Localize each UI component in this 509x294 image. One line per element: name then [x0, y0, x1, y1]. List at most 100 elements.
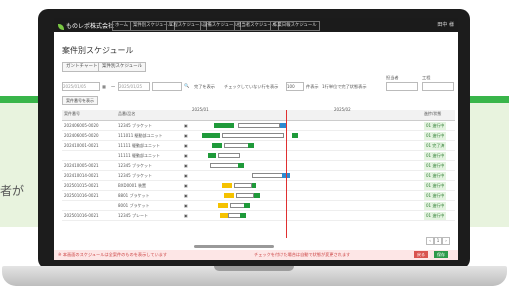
gantt-bar[interactable] [240, 213, 246, 218]
edit-icon[interactable]: ▣ [184, 212, 188, 220]
today-line [286, 110, 287, 238]
start-date-input[interactable]: 2025/01/05 [62, 82, 100, 91]
table-row[interactable]: 202501016-0021 12345 プレート ▣ 01 進行中 [62, 212, 455, 221]
edit-icon[interactable]: ▣ [184, 152, 188, 160]
status-cell: 01 進行中 [424, 202, 447, 210]
nav-tab-report-schedule[interactable]: 作業日報スケジュール [270, 21, 320, 31]
pager-page[interactable]: 1 [434, 237, 442, 245]
gantt-bar[interactable] [234, 183, 252, 188]
status-cell: 01 完了済 [424, 142, 447, 150]
staff-filter-label: 担当者 [386, 75, 399, 80]
gantt-bar[interactable] [248, 143, 254, 148]
app-logo[interactable]: ものレポ株式会社 [58, 21, 114, 30]
gantt-bar[interactable] [252, 183, 256, 188]
table-row[interactable]: 202406005-0020 111011 駆動部ユニット ▣ 01 進行中 [62, 132, 455, 141]
gantt-bar[interactable] [218, 203, 228, 208]
item-name-cell: 12345 ブラケット [118, 123, 152, 128]
table-row[interactable]: 8001 ブラケット ▣ 01 進行中 [62, 202, 455, 211]
gantt-bar[interactable] [214, 123, 234, 128]
table-row[interactable]: 202410001-0021 11111 駆動部ユニット ▣ 01 完了済 [62, 142, 455, 151]
show-unchecked-checkbox[interactable]: チェックしていない行を表示 [224, 84, 278, 90]
edit-icon[interactable]: ▣ [184, 182, 188, 190]
gantt-bar[interactable] [254, 193, 260, 198]
staff-filter-select[interactable] [386, 82, 418, 91]
laptop-notch [214, 266, 294, 271]
month-label-feb: 2025/02 [334, 107, 351, 112]
table-row[interactable]: 202501015-0021 BXD0001 装置 ▣ 01 進行中 [62, 182, 455, 191]
project-schedule-button[interactable]: 案件別スケジュール [98, 62, 147, 72]
item-name-cell: 8801 ブラケット [118, 193, 150, 198]
row-complete-checkbox[interactable]: 1行単位で完了状態表示 [322, 84, 367, 90]
item-name-cell: 12345 プレート [118, 213, 148, 218]
gantt-bar[interactable] [222, 183, 232, 188]
background-partial-text: 者が [0, 184, 25, 198]
edit-icon[interactable]: ▣ [184, 202, 188, 210]
gantt-bar[interactable] [224, 193, 234, 198]
item-name-cell: 11111 駆動部ユニット [118, 153, 160, 158]
project-number-cell: 202406005-0020 [64, 133, 99, 138]
gantt-bar[interactable] [208, 153, 216, 158]
gantt-chart-button[interactable]: ガントチャート [62, 62, 102, 72]
project-number-cell: 202501016-0021 [64, 213, 99, 218]
gantt-bar[interactable] [202, 133, 220, 138]
edit-icon[interactable]: ▣ [184, 132, 188, 140]
show-completed-checkbox[interactable]: 完了を表示 [194, 84, 215, 90]
gantt-bar[interactable] [212, 143, 222, 148]
project-number-cell: 202406005-0020 [64, 123, 99, 128]
gantt-bar[interactable] [292, 133, 298, 138]
item-name-cell: 8001 ブラケット [118, 203, 150, 208]
project-number-cell: 202501015-0021 [64, 183, 99, 188]
footer-bar: ※ 本画面のスケジュールは全案件のものを表示しています チェックを付けた場合は自… [54, 250, 458, 260]
footer-warning: チェックを付けた場合は自動で状態が変更されます [254, 252, 351, 257]
gantt-bar[interactable] [220, 213, 228, 218]
edit-icon[interactable]: ▣ [184, 142, 188, 150]
month-label-jan: 2025/01 [192, 107, 209, 112]
table-row[interactable]: 11111 駆動部ユニット ▣ 01 進行中 [62, 152, 455, 161]
item-name-cell: BXD0001 装置 [118, 183, 147, 188]
gantt-bar[interactable] [236, 193, 254, 198]
column-status: 進捗/状態 [424, 111, 442, 116]
status-cell: 01 進行中 [424, 162, 447, 170]
gantt-grid: 案件番号 品番/品名 2025/01 2025/02 進捗/状態 2024060… [62, 107, 455, 238]
status-cell: 01 進行中 [424, 152, 447, 160]
gantt-bar[interactable] [238, 163, 244, 168]
table-row[interactable]: 202501016-0021 8801 ブラケット ▣ 01 進行中 [62, 192, 455, 201]
per-page-label: 件表示 [306, 84, 319, 89]
gantt-bar[interactable] [222, 133, 284, 138]
save-button[interactable]: 保存 [434, 251, 448, 258]
gantt-bar[interactable] [238, 123, 280, 128]
gantt-bar[interactable] [252, 173, 284, 178]
calendar-icon[interactable]: ▦ [102, 84, 106, 89]
horizontal-scrollbar[interactable] [194, 245, 274, 248]
back-button[interactable]: 戻る [414, 251, 428, 258]
status-cell: 01 進行中 [424, 182, 447, 190]
end-date-input[interactable]: 2025/01/25 [118, 82, 150, 91]
edit-icon[interactable]: ▣ [184, 172, 188, 180]
table-row[interactable]: 202406005-0020 12345 ブラケット ▣ 01 進行中 [62, 122, 455, 131]
status-cell: 01 進行中 [424, 132, 447, 140]
search-input[interactable] [152, 82, 182, 91]
edit-icon[interactable]: ▣ [184, 122, 188, 130]
status-cell: 01 進行中 [424, 192, 447, 200]
nav-tab-home[interactable]: ホーム [112, 21, 132, 31]
status-cell: 01 進行中 [424, 122, 447, 130]
edit-icon[interactable]: ▣ [184, 162, 188, 170]
item-name-cell: 12345 ブラケット [118, 163, 152, 168]
process-filter-select[interactable] [422, 82, 454, 91]
gantt-bar[interactable] [218, 153, 240, 158]
footer-note: ※ 本画面のスケジュールは全案件のものを表示しています [58, 252, 168, 257]
per-page-select[interactable]: 100 [286, 82, 304, 91]
user-name[interactable]: 田中 様 [437, 21, 454, 28]
edit-icon[interactable]: ▣ [184, 192, 188, 200]
table-row[interactable]: 202410005-0021 12345 ブラケット ▣ 01 進行中 [62, 162, 455, 171]
status-cell: 01 進行中 [424, 212, 447, 220]
gantt-bar[interactable] [224, 143, 250, 148]
pager-next[interactable]: › [442, 237, 450, 245]
table-row[interactable]: 202410014-0021 12345 ブラケット ▣ 01 進行中 [62, 172, 455, 181]
pager-prev[interactable]: ‹ [426, 237, 434, 245]
item-name-cell: 12345 ブラケット [118, 173, 152, 178]
show-project-number-button[interactable]: 案件番号を表示 [62, 96, 98, 105]
gantt-bar[interactable] [244, 203, 250, 208]
laptop-screen: ものレポ株式会社 ホーム 案件別スケジュール 工程スケジュール 設備スケジュール… [54, 18, 458, 260]
search-icon[interactable]: 🔍 [184, 83, 189, 89]
